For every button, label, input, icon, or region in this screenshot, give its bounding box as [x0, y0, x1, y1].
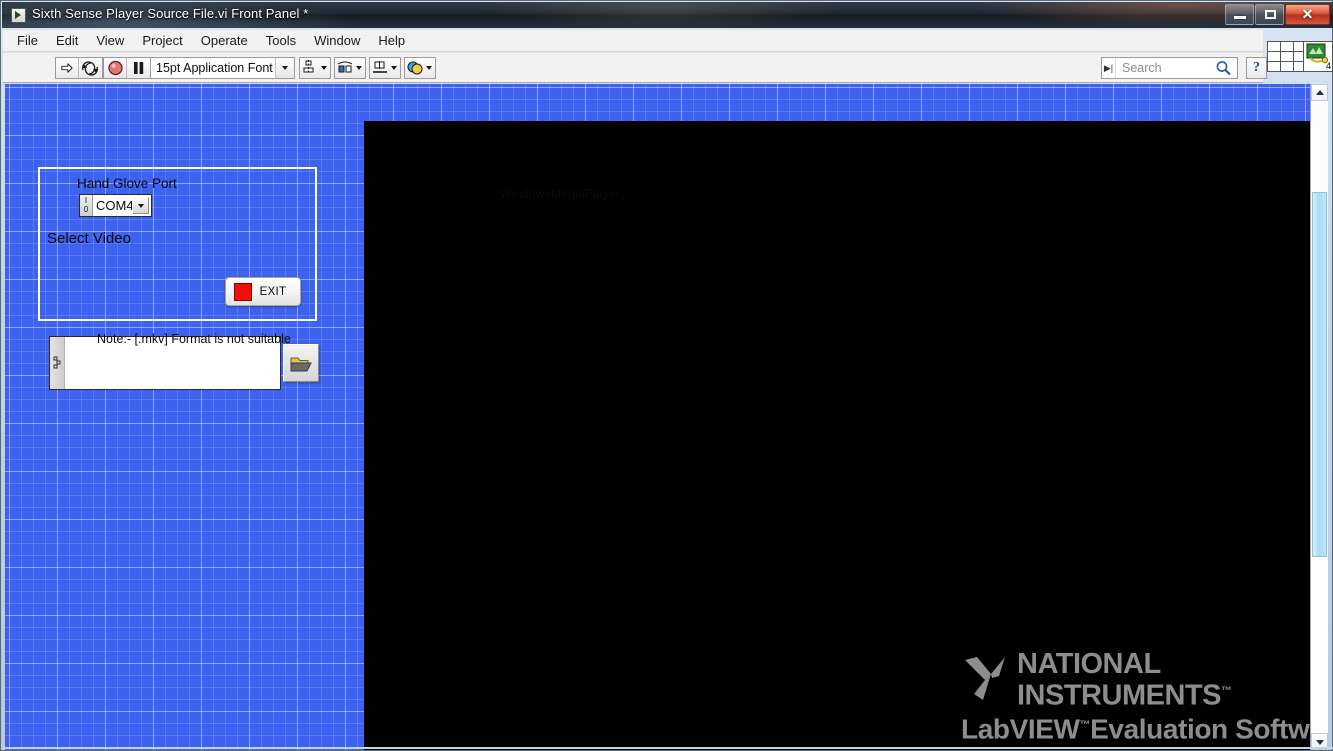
- scrollbar-thumb[interactable]: [1312, 192, 1327, 557]
- io-glyph-bottom: 0: [83, 205, 89, 214]
- font-selector-dropdown[interactable]: [275, 58, 294, 78]
- resize-objects-icon: [373, 61, 387, 73]
- close-button[interactable]: ✕: [1285, 4, 1330, 25]
- visa-io-glyph: I 0: [80, 195, 93, 216]
- font-selector[interactable]: 15pt Application Font: [150, 57, 295, 79]
- menu-edit[interactable]: Edit: [47, 31, 87, 50]
- run-arrow-icon: [61, 63, 73, 73]
- align-objects-button[interactable]: [299, 57, 331, 79]
- chevron-down-icon: [426, 66, 432, 70]
- menu-operate[interactable]: Operate: [192, 31, 257, 50]
- window-bottom-edge: [2, 747, 1333, 749]
- window-title: Sixth Sense Player Source File.vi Front …: [32, 6, 309, 21]
- evaluation-software-text: LabVIEW™Evaluation Software: [961, 709, 1312, 745]
- abort-execution-icon: [108, 60, 123, 76]
- ni-brand-text: NATIONAL INSTRUMENTS™: [1017, 647, 1232, 712]
- io-glyph-top: I: [84, 196, 88, 205]
- abort-pause-group: [103, 57, 151, 79]
- pane-line: [1280, 42, 1281, 71]
- run-continuously-icon: [82, 61, 98, 76]
- vi-icon-number: 4: [1325, 61, 1331, 71]
- folder-open-icon: [290, 357, 312, 372]
- search-scope-icon[interactable]: ▶|: [1102, 58, 1116, 78]
- chevron-down-icon: [282, 66, 288, 70]
- menu-file[interactable]: File: [8, 31, 47, 50]
- menu-bar: File Edit View Project Operate Tools Win…: [3, 30, 1263, 52]
- labview-front-panel-window: Sixth Sense Player Source File.vi Front …: [0, 0, 1333, 751]
- browse-file-button[interactable]: [283, 344, 319, 382]
- format-note-text: Note:- [.mkv] Format is not suitable: [97, 332, 291, 346]
- menu-help[interactable]: Help: [369, 31, 414, 50]
- exit-button-label: EXIT: [259, 285, 287, 298]
- windows-media-player-container[interactable]: NATIONAL INSTRUMENTS™ LabVIEW™Evaluation…: [364, 121, 1312, 750]
- ni-line1: NATIONAL: [1017, 647, 1161, 680]
- vertical-scrollbar[interactable]: [1310, 84, 1328, 750]
- pause-button[interactable]: [127, 58, 150, 78]
- title-bar: Sixth Sense Player Source File.vi Front …: [2, 2, 1333, 28]
- vi-connector-pane-icon[interactable]: 4: [1303, 41, 1333, 72]
- run-button-group: [55, 57, 103, 79]
- window-frame: Sixth Sense Player Source File.vi Front …: [0, 0, 1333, 751]
- search-input[interactable]: ▶| Search: [1101, 57, 1238, 79]
- trademark-symbol: ™: [1220, 684, 1232, 697]
- font-selector-value: 15pt Application Font: [156, 61, 273, 75]
- pane-line: [1268, 61, 1306, 62]
- scroll-up-button[interactable]: [1311, 84, 1328, 101]
- labview-word: LabVIEW: [961, 713, 1080, 744]
- chevron-down-icon: [137, 203, 144, 208]
- scroll-track-upper[interactable]: [1312, 102, 1327, 192]
- menu-project[interactable]: Project: [133, 31, 191, 50]
- scroll-down-arrow-icon: [1315, 739, 1324, 745]
- abort-execution-button[interactable]: [104, 58, 127, 78]
- menu-view[interactable]: View: [87, 31, 133, 50]
- close-icon: ✕: [1301, 6, 1314, 22]
- hand-glove-port-combo[interactable]: I 0 COM4: [79, 194, 152, 217]
- minimize-button[interactable]: [1225, 4, 1254, 25]
- trademark-symbol-2: ™: [1079, 718, 1091, 731]
- window-controls: ✕: [1224, 4, 1330, 25]
- run-continuously-button[interactable]: [79, 58, 102, 78]
- hand-glove-port-value: COM4: [96, 198, 132, 213]
- pane-line: [1268, 51, 1306, 52]
- hand-glove-port-dropdown-button[interactable]: [132, 197, 149, 214]
- path-control-gutter: [50, 337, 65, 389]
- select-video-label: Select Video: [47, 230, 131, 247]
- run-button[interactable]: [56, 58, 79, 78]
- chevron-down-icon: [321, 66, 327, 70]
- menu-window[interactable]: Window: [305, 31, 369, 50]
- align-objects-icon: [303, 60, 314, 74]
- magnifier-icon[interactable]: [1214, 59, 1234, 77]
- toolbar: 15pt Application Font ▶| Search ?: [3, 53, 1267, 83]
- context-help-button[interactable]: ?: [1246, 57, 1267, 79]
- menu-tools[interactable]: Tools: [257, 31, 305, 50]
- distribute-objects-icon: [337, 61, 353, 73]
- eval-word: Evaluation Software: [1090, 713, 1312, 744]
- pane-line: [1293, 42, 1294, 71]
- front-panel-canvas[interactable]: NATIONAL INSTRUMENTS™ LabVIEW™Evaluation…: [5, 84, 1312, 750]
- national-instruments-eagle-icon: [965, 656, 1005, 700]
- resize-objects-button[interactable]: [369, 57, 401, 79]
- window-panes-icon[interactable]: [1267, 41, 1307, 72]
- pause-icon: [134, 62, 144, 74]
- search-input-placeholder: Search: [1122, 61, 1162, 75]
- chevron-down-icon: [391, 66, 397, 70]
- exit-button[interactable]: EXIT: [225, 277, 301, 306]
- minimize-icon: [1234, 16, 1246, 19]
- reorder-objects-button[interactable]: [404, 57, 436, 79]
- labview-vi-icon: [11, 8, 26, 23]
- restore-button[interactable]: [1255, 4, 1284, 25]
- hand-glove-port-label: Hand Glove Port: [77, 176, 177, 191]
- evaluation-watermark: NATIONAL INSTRUMENTS™ LabVIEW™Evaluation…: [961, 647, 1312, 745]
- exit-led-indicator: [234, 282, 252, 301]
- reorder-objects-icon: [407, 61, 423, 75]
- distribute-objects-button[interactable]: [334, 57, 366, 79]
- ni-logo-row: NATIONAL INSTRUMENTS™: [961, 647, 1291, 712]
- windows-media-player-label: WindowsMediaPlayer: [500, 187, 621, 201]
- scroll-up-arrow-icon: [1315, 89, 1324, 95]
- path-symbol-icon: [53, 356, 61, 369]
- ni-line2: INSTRUMENTS: [1017, 679, 1221, 712]
- chevron-down-icon: [356, 66, 362, 70]
- restore-icon: [1265, 10, 1276, 19]
- ni-line2-wrap: INSTRUMENTS™: [1017, 678, 1232, 712]
